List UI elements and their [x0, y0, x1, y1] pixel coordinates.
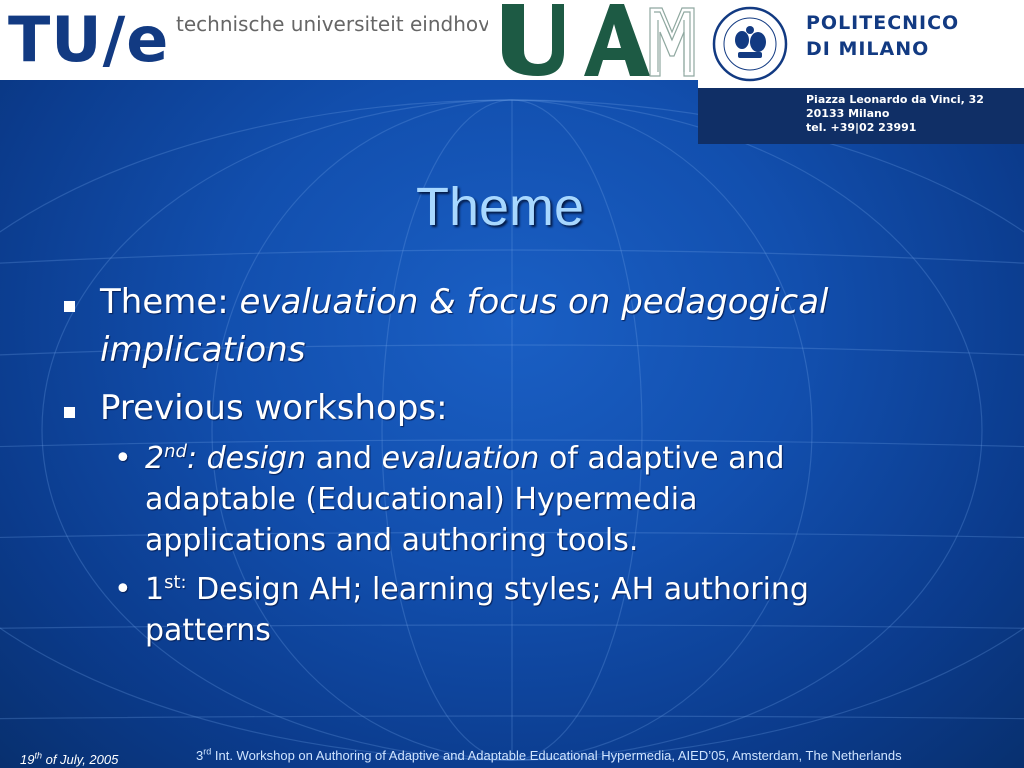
- polimi-address-bar: Piazza Leonardo da Vinci, 32 20133 Milan…: [698, 88, 1024, 144]
- sub-bullet-1-line-3: applications and authoring tools.: [145, 523, 639, 558]
- tue-logo: TU/e technische universiteit eindhoven: [0, 0, 488, 80]
- sub-bullet-2-line-2: patterns: [145, 613, 271, 648]
- sub-bullet-2-line-1: 1st: Design AH; learning styles; AH auth…: [145, 572, 809, 607]
- tue-logo-name: technische universiteit eindhoven: [176, 12, 488, 36]
- polimi-logo: POLITECNICO DI MILANO: [698, 0, 1024, 88]
- footer-date: 19th of July, 2005: [20, 750, 119, 767]
- sub-bullet-1-line-1: 2nd: design and evaluation of adaptive a…: [145, 438, 785, 479]
- polimi-name-line2: DI MILANO: [806, 38, 930, 60]
- address-line-1: Piazza Leonardo da Vinci, 32: [806, 93, 984, 106]
- slide: TU/e technische universiteit eindhoven P…: [0, 0, 1024, 768]
- sub-bullet-1-line-2: adaptable (Educational) Hypermedia: [145, 482, 698, 517]
- sub-bullet-1-ordinal: 2nd: design: [145, 441, 307, 476]
- address-line-3: tel. +39|02 23991: [806, 121, 917, 134]
- bullet-1-emphasis-cont: implications: [100, 330, 306, 370]
- square-bullet-icon: [64, 407, 75, 418]
- polimi-name-line1: POLITECNICO: [806, 12, 960, 34]
- sub-bullet-1-topic2: evaluation: [381, 441, 540, 476]
- bullet-1-line-1: Theme: evaluation & focus on pedagogical: [100, 278, 829, 326]
- bullet-1-label: Theme:: [100, 282, 240, 322]
- round-bullet-icon: •: [114, 441, 132, 476]
- uam-logo-mark: [502, 4, 695, 77]
- tue-logo-mark: TU/e: [8, 3, 170, 76]
- sub-bullet-1-joiner: and: [306, 441, 382, 476]
- slide-title: Theme: [415, 177, 585, 237]
- polimi-name: POLITECNICO DI MILANO: [806, 10, 959, 62]
- round-bullet-icon: •: [114, 572, 132, 607]
- bullet-2-line-1: Previous workshops:: [100, 388, 448, 428]
- bullet-1-emphasis: evaluation & focus on pedagogical: [239, 282, 829, 322]
- footer-event: 3rd Int. Workshop on Authoring of Adapti…: [196, 746, 902, 763]
- polimi-seal: [712, 6, 788, 82]
- uam-logo: [488, 0, 698, 80]
- address-line-2: 20133 Milano: [806, 107, 890, 120]
- bullet-1-line-2: implications: [100, 326, 305, 374]
- square-bullet-icon: [64, 301, 75, 312]
- sub-bullet-1-rest: of adaptive and: [539, 441, 785, 476]
